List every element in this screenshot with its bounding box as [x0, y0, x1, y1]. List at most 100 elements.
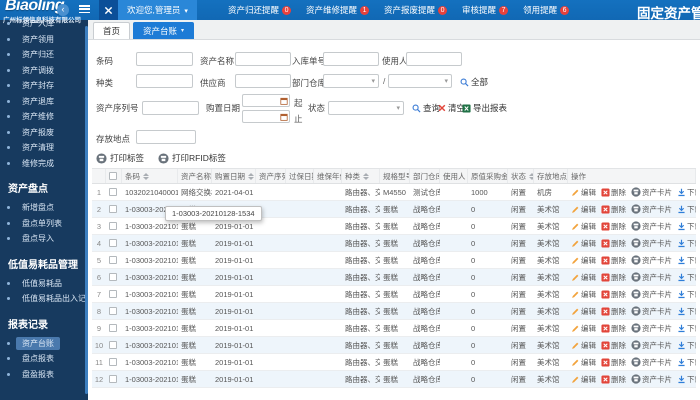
delete-action[interactable]: 删除 [601, 187, 626, 198]
row-checkbox[interactable] [109, 273, 117, 281]
card-action[interactable]: 资产卡片 [631, 187, 672, 198]
delete-action[interactable]: 删除 [601, 289, 626, 300]
sidebar-item[interactable]: 资产封存 [0, 78, 88, 94]
delete-action[interactable]: 删除 [601, 272, 626, 283]
download-action[interactable]: 下载 [677, 306, 696, 317]
download-action[interactable]: 下载 [677, 357, 696, 368]
sidebar-item[interactable]: 盘点报表 [0, 351, 88, 367]
edit-action[interactable]: 编辑 [571, 340, 596, 351]
delete-action[interactable]: 删除 [601, 221, 626, 232]
row-checkbox[interactable] [109, 358, 117, 366]
export-button[interactable]: 导出报表 [462, 102, 507, 114]
sidebar-item[interactable]: 资产归还 [0, 47, 88, 63]
download-action[interactable]: 下载 [677, 187, 696, 198]
edit-action[interactable]: 编辑 [571, 272, 596, 283]
card-action[interactable]: 资产卡片 [631, 221, 672, 232]
column-header[interactable]: 存放地点 [534, 169, 568, 183]
all-link[interactable]: 全部 [460, 76, 488, 88]
sidebar-item[interactable]: 资产维修 [0, 109, 88, 125]
delete-action[interactable]: 删除 [601, 306, 626, 317]
column-header[interactable]: 条码 [122, 169, 178, 183]
delete-action[interactable]: 删除 [601, 323, 626, 334]
download-action[interactable]: 下载 [677, 221, 696, 232]
download-action[interactable]: 下载 [677, 374, 696, 385]
reminder-tab[interactable]: 资产维修提醒 1 [306, 4, 370, 16]
row-checkbox[interactable] [109, 256, 117, 264]
delete-action[interactable]: 删除 [601, 255, 626, 266]
row-checkbox[interactable] [109, 341, 117, 349]
category-input[interactable] [136, 74, 193, 88]
row-checkbox[interactable] [109, 290, 117, 298]
table-row[interactable]: 51-03003-20210128-15蛋糕2019-01-01路由器、交换机蛋… [92, 252, 696, 269]
card-action[interactable]: 资产卡片 [631, 255, 672, 266]
card-action[interactable]: 资产卡片 [631, 374, 672, 385]
table-row[interactable]: 71-03003-20210128-15蛋糕2019-01-01路由器、交换机蛋… [92, 286, 696, 303]
sidebar-item[interactable]: 盘点导入 [0, 231, 88, 247]
reminder-tab[interactable]: 审核提醒 7 [462, 4, 509, 16]
sidebar-item[interactable]: 盘点单列表 [0, 216, 88, 232]
inbound-no-input[interactable] [323, 52, 379, 66]
table-row[interactable]: 81-03003-20210128-15蛋糕2019-01-01路由器、交换机蛋… [92, 303, 696, 320]
row-checkbox[interactable] [109, 239, 117, 247]
download-action[interactable]: 下载 [677, 340, 696, 351]
row-checkbox[interactable] [109, 307, 117, 315]
row-checkbox[interactable] [109, 324, 117, 332]
dept-select[interactable]: ▾ [323, 74, 379, 88]
column-header[interactable]: 原值采购金额 [468, 169, 508, 183]
delete-action[interactable]: 删除 [601, 357, 626, 368]
column-header[interactable]: 过保日期 [286, 169, 314, 183]
tab[interactable]: 资产台账 ▾ [133, 22, 195, 39]
table-row[interactable]: 1 10320210400013网络交换机2021-04-01 路由器、交换机M45… [92, 184, 696, 201]
serial-input[interactable] [142, 101, 199, 115]
sidebar-item[interactable]: 低值易耗品出入记录 [0, 291, 88, 307]
column-header[interactable]: 资产名称 [178, 169, 212, 183]
row-checkbox[interactable] [109, 205, 117, 213]
download-action[interactable]: 下载 [677, 323, 696, 334]
card-action[interactable]: 资产卡片 [631, 204, 672, 215]
column-header[interactable]: 购置日期 [212, 169, 256, 183]
sidebar-item[interactable]: 资产领用 [0, 32, 88, 48]
download-action[interactable]: 下载 [677, 204, 696, 215]
location-input[interactable] [136, 130, 196, 144]
sidebar-item[interactable]: 资产台账 [0, 336, 88, 352]
table-row[interactable]: 121-03003-20210128-15蛋糕2019-01-01路由器、交换机… [92, 371, 696, 388]
warehouse-select[interactable]: ▾ [388, 74, 452, 88]
print-label-button[interactable]: 打印标签 [96, 152, 144, 164]
download-action[interactable]: 下载 [677, 272, 696, 283]
print-rfid-button[interactable]: 打印RFID标签 [158, 152, 226, 164]
sidebar-item[interactable]: 新增盘点 [0, 200, 88, 216]
table-row[interactable]: 101-03003-20210128-15蛋糕2019-01-01路由器、交换机… [92, 337, 696, 354]
sidebar-item[interactable]: 资产退库 [0, 94, 88, 110]
reminder-tab[interactable]: 资产报废提醒 0 [384, 4, 448, 16]
reminder-tab[interactable]: 领用提醒 6 [523, 4, 570, 16]
sidebar-item[interactable]: 资产调拨 [0, 63, 88, 79]
sidebar-item[interactable]: 资产清理 [0, 140, 88, 156]
column-header[interactable]: 状态 [508, 169, 534, 183]
edit-action[interactable]: 编辑 [571, 289, 596, 300]
date-from-input[interactable] [242, 94, 290, 107]
tab-menu-icon[interactable]: ▾ [181, 24, 184, 39]
sidebar-item[interactable]: 资产报废 [0, 125, 88, 141]
table-row[interactable]: 111-03003-20210128-15蛋糕2019-01-01路由器、交换机… [92, 354, 696, 371]
status-select[interactable]: ▾ [328, 101, 404, 115]
row-checkbox[interactable] [109, 188, 117, 196]
edit-action[interactable]: 编辑 [571, 204, 596, 215]
card-action[interactable]: 资产卡片 [631, 357, 672, 368]
column-header[interactable]: 部门仓库 [410, 169, 440, 183]
column-header[interactable]: 种类 [342, 169, 380, 183]
download-action[interactable]: 下载 [677, 238, 696, 249]
delete-action[interactable]: 删除 [601, 238, 626, 249]
tab[interactable]: 首页 [93, 22, 131, 39]
delete-action[interactable]: 删除 [601, 374, 626, 385]
column-header[interactable]: 规格型号 [380, 169, 410, 183]
row-checkbox[interactable] [109, 375, 117, 383]
table-row[interactable]: 41-03003-20210128-15蛋糕2019-01-01路由器、交换机蛋… [92, 235, 696, 252]
edit-action[interactable]: 编辑 [571, 187, 596, 198]
column-header[interactable]: 使用人 [440, 169, 468, 183]
user-menu[interactable]: 欢迎您,管理员 ▾ [118, 0, 197, 20]
user-input[interactable] [406, 52, 462, 66]
barcode-input[interactable] [136, 52, 193, 66]
table-row[interactable]: 91-03003-20210128-15蛋糕2019-01-01路由器、交换机蛋… [92, 320, 696, 337]
clear-button[interactable]: 清空 [438, 102, 465, 114]
delete-action[interactable]: 删除 [601, 204, 626, 215]
